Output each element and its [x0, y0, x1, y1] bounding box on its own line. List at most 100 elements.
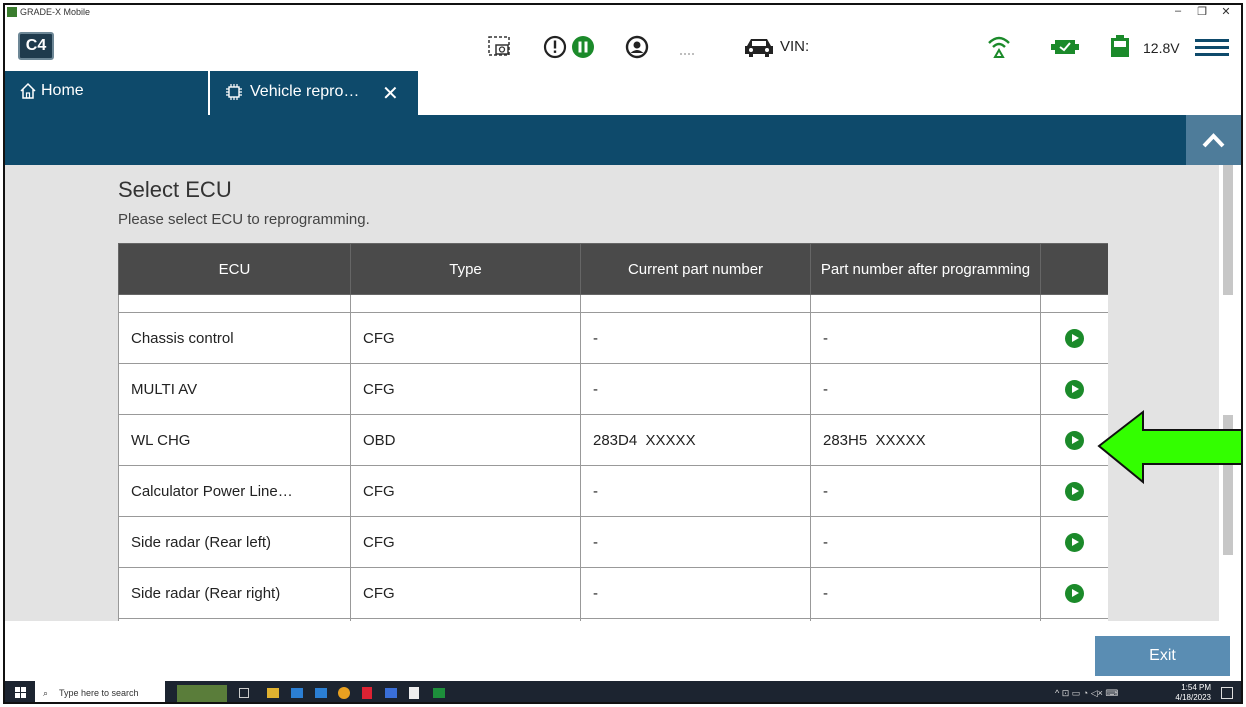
- excel-icon[interactable]: [433, 688, 445, 698]
- col-header-ecu: ECU: [118, 243, 351, 295]
- table-row[interactable]: WL CHG OBD 283D4 XXXXX 283H5 XXXXX: [118, 414, 1108, 466]
- ecu-name: Chassis control: [118, 312, 351, 364]
- ecu-name: Side radar (Rear left): [118, 516, 351, 568]
- vin-label: VIN:: [780, 38, 810, 55]
- mail-icon[interactable]: [315, 688, 327, 698]
- connector-status-icon: [1050, 38, 1080, 61]
- footer-bar: Exit: [5, 621, 1241, 681]
- table-row[interactable]: Side radar (Rear right) CFG - -: [118, 567, 1108, 619]
- table-row[interactable]: Calculator Power Line… CFG - -: [118, 465, 1108, 517]
- green-arrow-icon: [1097, 409, 1241, 485]
- ecu-name: Calculator Power Line…: [118, 465, 351, 517]
- table-row[interactable]: Chassis control CFG - -: [118, 312, 1108, 364]
- chevron-up-icon: [1202, 133, 1225, 148]
- screenshot-icon[interactable]: [487, 35, 513, 64]
- play-icon[interactable]: [1065, 583, 1084, 603]
- tab-bar: Home Vehicle repro… ✕: [5, 71, 1241, 115]
- chip-icon: [226, 84, 242, 105]
- after-part-number: -: [810, 567, 1041, 619]
- calculator-icon[interactable]: [385, 688, 397, 698]
- clock-time: 1:54 PM: [1181, 683, 1211, 692]
- col-header-action: [1040, 243, 1108, 295]
- ecu-name: Side radar (Rear right): [118, 567, 351, 619]
- wireless-connection-icon: [985, 33, 1013, 66]
- header-band: [5, 115, 1241, 165]
- home-icon: [19, 82, 37, 105]
- tab-vehicle-label: Vehicle repro…: [250, 83, 360, 100]
- app-icon: [7, 7, 17, 17]
- table-header-row: ECU Type Current part number Part number…: [118, 243, 1108, 295]
- ecu-type: CFG: [350, 312, 581, 364]
- task-view-icon[interactable]: [239, 688, 249, 698]
- app-logo: C4: [18, 32, 54, 60]
- play-icon[interactable]: [1065, 379, 1084, 399]
- col-header-current-part: Current part number: [580, 243, 811, 295]
- clock-date: 4/18/2023: [1175, 693, 1211, 702]
- windows-taskbar: ⌕ Type here to search ^ ⊡ ▭ ◔ ◁× ⌨ 1:54 …: [5, 681, 1241, 702]
- taskbar-search-placeholder: Type here to search: [59, 688, 139, 698]
- exit-button[interactable]: Exit: [1095, 636, 1230, 676]
- after-part-number: -: [810, 516, 1041, 568]
- clock[interactable]: 1:54 PM 4/18/2023: [1175, 683, 1211, 702]
- after-part-number: -: [810, 465, 1041, 517]
- close-window-button[interactable]: ✕: [1215, 5, 1237, 18]
- table-row-partial: [118, 294, 1108, 313]
- ecu-name: MULTI AV: [118, 363, 351, 415]
- ecu-table-container[interactable]: ECU Type Current part number Part number…: [118, 243, 1108, 621]
- table-row[interactable]: Side radar (Rear left) CFG - -: [118, 516, 1108, 568]
- vehicle-icon: [743, 36, 775, 63]
- pause-status-icon[interactable]: [571, 35, 595, 64]
- taskbar-search-input[interactable]: ⌕ Type here to search: [35, 681, 165, 702]
- scrollbar-track-segment: [1223, 165, 1233, 295]
- store-icon[interactable]: [291, 688, 303, 698]
- play-icon[interactable]: [1065, 328, 1084, 348]
- ecu-table: ECU Type Current part number Part number…: [118, 243, 1108, 621]
- system-tray-icons[interactable]: ^ ⊡ ▭ ◔ ◁× ⌨: [1055, 688, 1118, 699]
- play-icon[interactable]: [1065, 532, 1084, 552]
- col-header-type: Type: [350, 243, 581, 295]
- more-dots-icon: [679, 43, 695, 61]
- after-part-number: -: [810, 312, 1041, 364]
- ecu-type: OBD: [350, 414, 581, 466]
- play-icon[interactable]: [1065, 481, 1084, 501]
- ecu-type: CFG: [350, 363, 581, 415]
- content-scrollbar[interactable]: [1219, 165, 1241, 621]
- chrome-icon[interactable]: [338, 687, 350, 699]
- col-header-after-part: Part number after programming: [810, 243, 1041, 295]
- after-part-number: 283H5 XXXXX: [810, 414, 1041, 466]
- after-part-number: -: [810, 363, 1041, 415]
- notification-icon[interactable]: [1221, 687, 1233, 699]
- tab-home-label: Home: [41, 82, 84, 99]
- tab-home[interactable]: Home: [5, 71, 208, 115]
- windows-start-icon[interactable]: [15, 687, 27, 701]
- current-part-number: -: [580, 465, 811, 517]
- ecu-name: WL CHG: [118, 414, 351, 466]
- table-row[interactable]: MULTI AV CFG - -: [118, 363, 1108, 415]
- battery-voltage: 12.8V: [1143, 40, 1180, 56]
- current-part-number: -: [580, 567, 811, 619]
- top-toolbar: C4 VIN: 12.8V: [5, 21, 1241, 71]
- title-bar: GRADE-X Mobile – ❐ ✕: [5, 5, 1241, 21]
- tab-close-button[interactable]: ✕: [382, 81, 399, 106]
- tab-vehicle-reprogramming[interactable]: Vehicle repro… ✕: [210, 71, 418, 115]
- app-pin-icon[interactable]: [362, 687, 372, 699]
- notepad-icon[interactable]: [409, 687, 419, 699]
- collapse-button[interactable]: [1186, 115, 1241, 165]
- alert-icon[interactable]: [543, 35, 567, 64]
- file-explorer-icon[interactable]: [267, 688, 279, 698]
- hamburger-menu-icon[interactable]: [1195, 38, 1229, 61]
- minimize-button[interactable]: –: [1167, 5, 1189, 17]
- current-part-number: 283D4 XXXXX: [580, 414, 811, 466]
- play-icon[interactable]: [1065, 430, 1084, 450]
- ecu-type: CFG: [350, 516, 581, 568]
- current-part-number: -: [580, 363, 811, 415]
- app-window: GRADE-X Mobile – ❐ ✕ C4 VIN: 12.8V Home …: [3, 3, 1243, 704]
- taskbar-widget-icon[interactable]: [177, 685, 227, 702]
- page-title: Select ECU: [118, 177, 232, 202]
- user-icon[interactable]: [625, 35, 649, 64]
- search-icon: ⌕: [43, 688, 49, 698]
- battery-icon: [1109, 34, 1131, 63]
- maximize-button[interactable]: ❐: [1191, 5, 1213, 18]
- app-title: GRADE-X Mobile: [20, 7, 91, 17]
- current-part-number: -: [580, 516, 811, 568]
